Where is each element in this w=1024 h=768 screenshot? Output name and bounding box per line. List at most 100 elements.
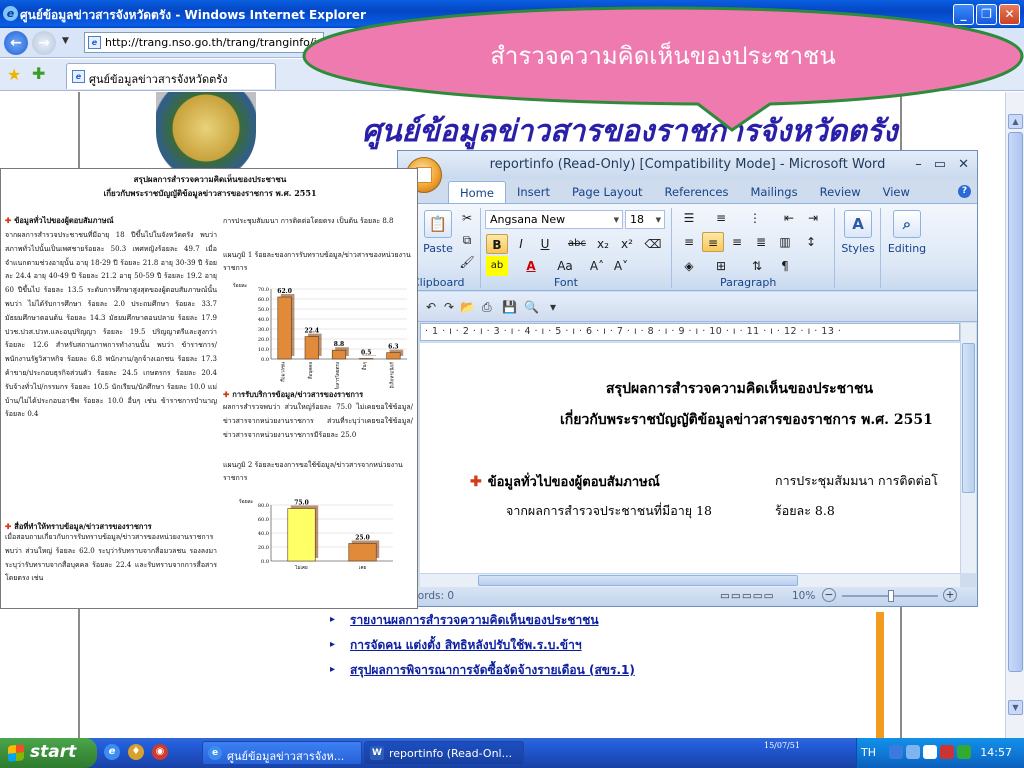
scroll-thumb[interactable] [962, 343, 975, 493]
sort-icon[interactable]: ⇅ [746, 256, 768, 276]
zoom-slider-knob[interactable] [888, 590, 894, 602]
show-marks-icon[interactable]: ¶ [774, 256, 796, 276]
word-vertical-scrollbar[interactable] [960, 323, 976, 573]
scroll-thumb[interactable] [478, 575, 798, 586]
ie-vertical-scrollbar[interactable]: ▲ ▼ [1005, 92, 1024, 738]
line-spacing-icon[interactable]: ↕ [800, 232, 822, 252]
add-favorite-icon[interactable]: ✚ [32, 64, 45, 83]
ie-icon: e [3, 6, 18, 21]
tab-view[interactable]: View [872, 181, 921, 203]
task-ie-window[interactable]: e ศูนย์ข้อมูลข่าวสารจังห... [202, 741, 362, 765]
document-area[interactable]: สรุปผลการสำรวจความคิดเห็นของประชาชน เกี่… [420, 343, 960, 573]
link-procurement-summary[interactable]: ▸ สรุปผลการพิจารณาการจัดซื้อจัดจ้างรายเดื… [330, 662, 650, 678]
scroll-thumb[interactable] [1008, 132, 1023, 672]
scroll-down-icon[interactable]: ▼ [1008, 700, 1023, 715]
justify-icon[interactable]: ≣ [750, 232, 772, 252]
forward-icon[interactable]: → [32, 31, 56, 55]
editing-button[interactable]: ⌕ Editing [882, 208, 932, 272]
underline-button[interactable]: U [534, 234, 556, 254]
word-minimize-button[interactable]: – [915, 157, 922, 172]
bold-button[interactable]: B [486, 234, 508, 254]
ie-icon[interactable]: e [104, 744, 120, 760]
print-icon[interactable]: ⎙ [482, 300, 492, 315]
grow-font-button[interactable]: A˄ [586, 256, 608, 276]
numbering-icon[interactable]: ≡ [710, 208, 732, 228]
increase-indent-icon[interactable]: ⇥ [802, 208, 824, 228]
zoom-level[interactable]: 10% [792, 590, 815, 602]
tab-home[interactable]: Home [448, 181, 506, 203]
word-title-bar[interactable]: reportinfo (Read-Only) [Compatibility Mo… [398, 151, 977, 179]
font-name-select[interactable]: Angsana New ▼ [485, 210, 623, 229]
view-buttons[interactable]: ▭▭▭▭▭ [720, 590, 775, 602]
decrease-indent-icon[interactable]: ⇤ [778, 208, 800, 228]
back-icon[interactable]: ← [4, 31, 28, 55]
tab-review[interactable]: Review [809, 181, 872, 203]
task-word-window[interactable]: Wreportinfo (Read-Onl... [364, 741, 524, 765]
undo-icon[interactable]: ↶ [426, 300, 436, 314]
copy-icon[interactable]: ⧉ [456, 230, 478, 250]
font-color-button[interactable]: A [520, 256, 542, 276]
customize-toolbar-icon[interactable]: ▾ [550, 300, 556, 314]
tray-chevron-icon[interactable] [889, 745, 903, 759]
save-icon[interactable]: 💾 [502, 300, 517, 314]
chart-bar [277, 296, 292, 360]
tab-mailings[interactable]: Mailings [739, 181, 808, 203]
chart-tick-label: 0.0 [261, 559, 269, 565]
chart-tick-label: 60.0 [258, 297, 269, 303]
paste-button[interactable]: 📋 Paste [416, 208, 460, 272]
bullets-icon[interactable]: ☰ [678, 208, 700, 228]
clear-format-icon[interactable]: ⌫ [642, 234, 664, 254]
language-indicator[interactable]: TH [861, 746, 876, 759]
help-icon[interactable]: ? [958, 185, 971, 198]
report-preview: สรุปผลการสำรวจความคิดเห็นของประชาชน เกี่… [0, 168, 418, 609]
word-close-button[interactable]: ✕ [958, 157, 969, 172]
superscript-button[interactable]: x² [616, 234, 638, 254]
styles-button[interactable]: A Styles [836, 208, 880, 272]
media-icon[interactable]: ◉ [152, 744, 168, 760]
align-left-icon[interactable]: ≡ [678, 232, 700, 252]
shrink-font-button[interactable]: A˅ [610, 256, 632, 276]
volume-icon[interactable] [923, 745, 937, 759]
open-icon[interactable]: 📂 [460, 300, 475, 314]
link-staffing[interactable]: ▸ การจัดคน แต่งตั้ง สิทธิหลังปรับใช้พ.ร.บ… [330, 637, 650, 653]
word-maximize-button[interactable]: ▭ [934, 157, 946, 172]
highlight-button[interactable]: ab [486, 256, 508, 276]
report-service-text: ผลการสำรวจพบว่า ส่วนใหญ่ร้อยละ 75.0 ไม่เ… [223, 403, 413, 439]
align-right-icon[interactable]: ≡ [726, 232, 748, 252]
update-icon[interactable] [957, 745, 971, 759]
distribute-icon[interactable]: ▥ [774, 232, 796, 252]
address-bar[interactable]: e http://trang.nso.go.th/trang/tranginfo… [84, 32, 324, 53]
italic-button[interactable]: I [510, 234, 532, 254]
link-opinion-survey-report[interactable]: ▸ รายงานผลการสำรวจความคิดเห็นของประชาชน [330, 612, 650, 628]
zoom-out-button[interactable]: − [822, 588, 836, 602]
cut-icon[interactable]: ✂ [456, 208, 478, 228]
favorites-star-icon[interactable]: ★ [7, 65, 21, 84]
start-button[interactable]: start [0, 738, 97, 768]
format-painter-icon[interactable]: 🖌 [456, 252, 478, 272]
app-icon[interactable]: ♦ [128, 744, 144, 760]
security-icon[interactable] [940, 745, 954, 759]
font-size-select[interactable]: 18 ▼ [625, 210, 665, 229]
strikethrough-button[interactable]: abc [566, 234, 588, 254]
word-horizontal-scrollbar[interactable] [420, 573, 960, 587]
multilevel-list-icon[interactable]: ⋮ [744, 208, 766, 228]
borders-icon[interactable]: ⊞ [710, 256, 732, 276]
clock[interactable]: 14:57 [980, 746, 1012, 759]
align-center-icon[interactable]: ≡ [702, 232, 724, 252]
tab-insert[interactable]: Insert [506, 181, 561, 203]
subscript-button[interactable]: x₂ [592, 234, 614, 254]
tab-references[interactable]: References [654, 181, 740, 203]
change-case-button[interactable]: Aa [554, 256, 576, 276]
word-icon: W [370, 746, 384, 760]
tab-trang-info[interactable]: e ศูนย์ข้อมูลข่าวสารจังหวัดตรัง [66, 63, 276, 89]
chart-tick-label: 30.0 [258, 327, 269, 333]
network-icon[interactable] [906, 745, 920, 759]
tab-page-layout[interactable]: Page Layout [561, 181, 654, 203]
shading-icon[interactable]: ◈ [678, 256, 700, 276]
print-preview-icon[interactable]: 🔍 [524, 300, 539, 314]
zoom-in-button[interactable]: + [943, 588, 957, 602]
horizontal-ruler[interactable]: · 1 · ı · 2 · ı · 3 · ı · 4 · ı · 5 · ı … [420, 323, 960, 341]
ribbon-home: 📋 Paste ✂ ⧉ 🖌 Clipboard Angsana New ▼ 18 ▼… [398, 203, 977, 291]
history-dropdown-icon[interactable]: ▼ [62, 36, 69, 46]
redo-icon[interactable]: ↷ [444, 300, 454, 314]
